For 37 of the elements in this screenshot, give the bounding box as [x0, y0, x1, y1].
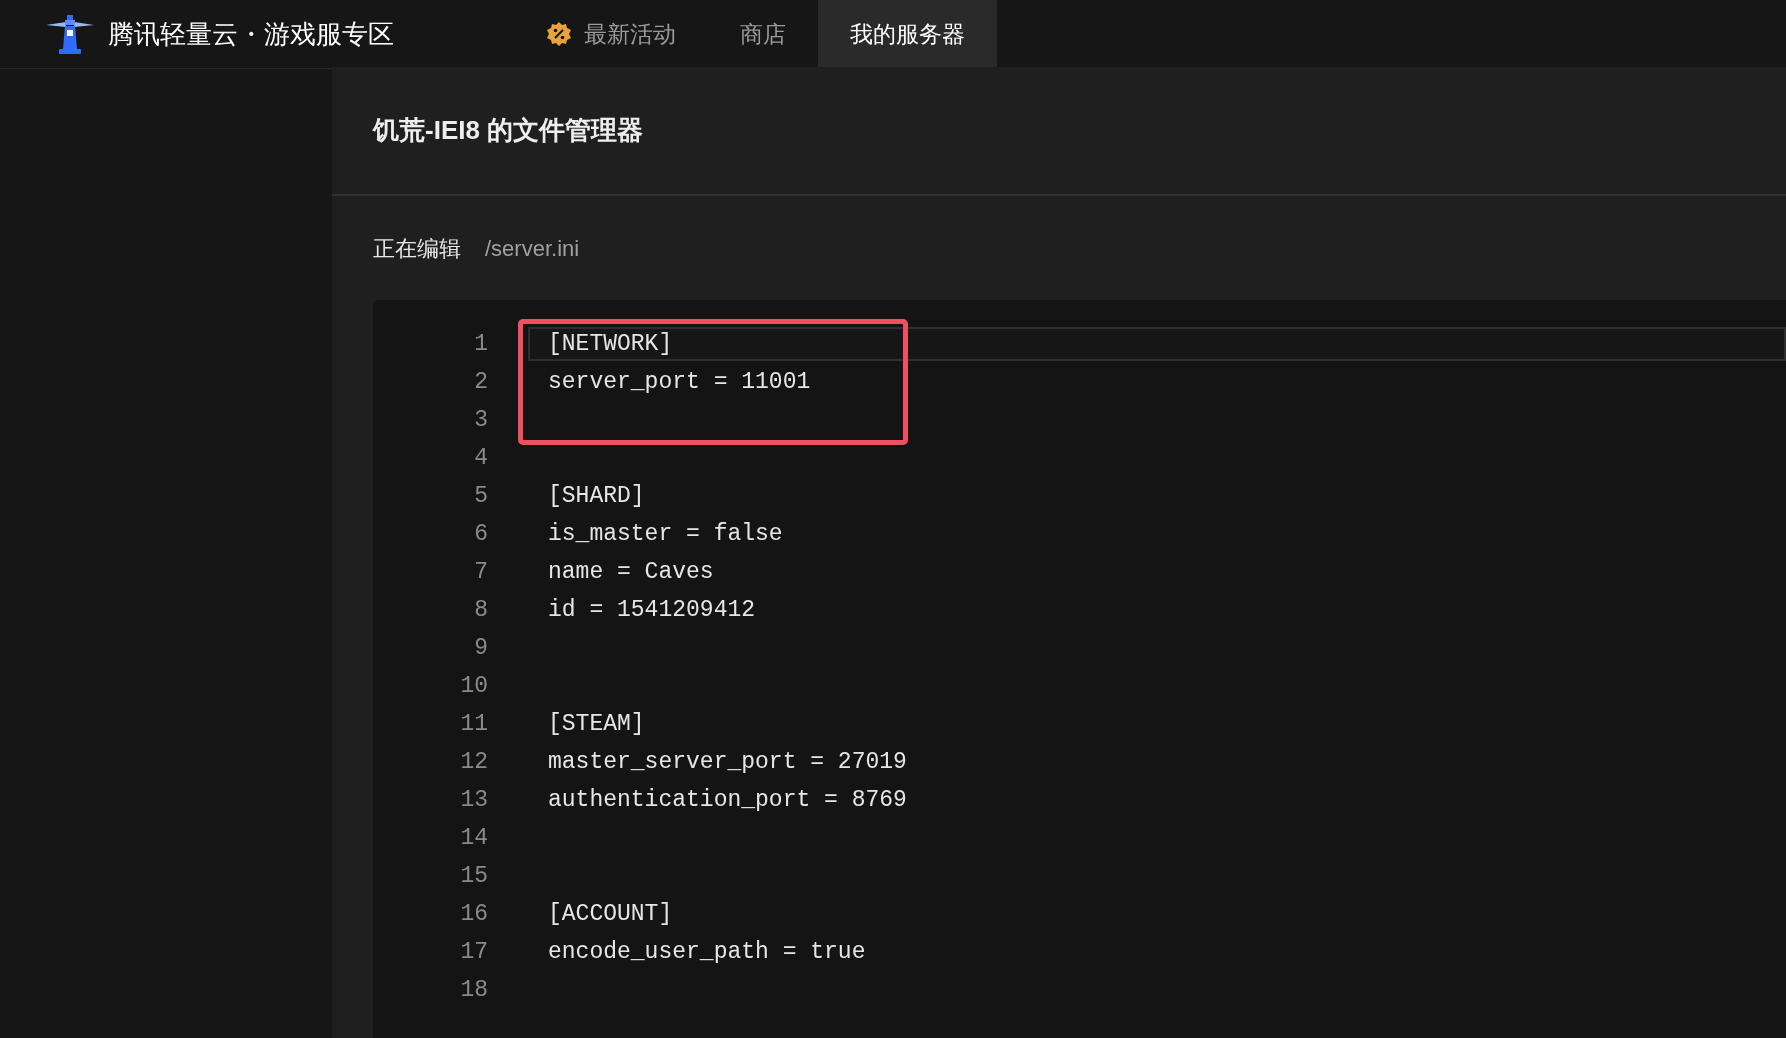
- line-number: 3: [473, 405, 488, 435]
- line-number: 9: [473, 633, 488, 663]
- line-number: 8: [473, 595, 488, 625]
- discount-badge-icon: [546, 21, 572, 47]
- line-number: 12: [459, 747, 488, 777]
- line-number: 6: [473, 519, 488, 549]
- nav-tab[interactable]: 商店: [708, 0, 818, 68]
- code-line: server_port = 11001: [547, 367, 812, 397]
- code-line: encode_user_path = true: [547, 937, 867, 967]
- code-line: is_master = false: [547, 519, 784, 549]
- code-line: master_server_port = 27019: [547, 747, 908, 777]
- line-number: 13: [459, 785, 488, 815]
- line-number: 14: [459, 823, 488, 853]
- code-line: [ACCOUNT]: [547, 899, 674, 929]
- code-line: [SHARD]: [547, 481, 646, 511]
- line-number: 1: [473, 329, 488, 359]
- line-number: 17: [459, 937, 488, 967]
- code-line: authentication_port = 8769: [547, 785, 908, 815]
- line-number: 2: [473, 367, 488, 397]
- brand-title: 腾讯轻量云・游戏服专区: [108, 17, 394, 51]
- line-number: 18: [459, 975, 488, 1005]
- line-number: 7: [473, 557, 488, 587]
- file-path: /server.ini: [485, 234, 580, 263]
- line-number: 10: [459, 671, 488, 701]
- line-number: 4: [473, 443, 488, 473]
- line-number: 11: [459, 709, 488, 739]
- nav-tab[interactable]: 最新活动: [514, 0, 708, 68]
- panel-title: 饥荒-IEI8 的文件管理器: [373, 114, 644, 147]
- nav-tab[interactable]: 我的服务器: [818, 0, 997, 68]
- code-line: [STEAM]: [547, 709, 646, 739]
- code-line: name = Caves: [547, 557, 715, 587]
- line-number: 15: [459, 861, 488, 891]
- line-number: 5: [473, 481, 488, 511]
- line-number: 16: [459, 899, 488, 929]
- code-editor[interactable]: [373, 300, 1786, 1038]
- editing-label: 正在编辑: [373, 234, 461, 263]
- code-line: id = 1541209412: [547, 595, 757, 625]
